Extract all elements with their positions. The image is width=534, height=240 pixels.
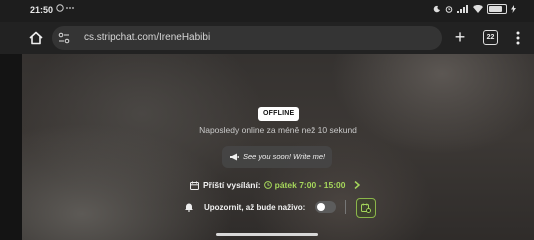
chevron-right-icon[interactable] xyxy=(354,181,360,189)
notify-when-live-row: Upozornit, až bude naživo: xyxy=(184,197,337,217)
next-broadcast-time: pátek 7:00 - 15:00 xyxy=(274,180,346,190)
address-bar[interactable]: cs.stripchat.com/IreneHabibi xyxy=(52,26,442,50)
schedule-button[interactable] xyxy=(356,198,376,218)
clock-icon xyxy=(263,181,272,189)
browser-toolbar: cs.stripchat.com/IreneHabibi + 22 xyxy=(0,22,534,54)
notification-icons xyxy=(56,4,78,14)
system-status-icons xyxy=(433,4,516,14)
model-message: See you soon! Write me! xyxy=(222,146,332,168)
offline-badge: OFFLINE xyxy=(258,107,300,121)
new-tab-button[interactable]: + xyxy=(452,28,468,48)
divider xyxy=(345,200,346,214)
gesture-navigation-bar[interactable] xyxy=(216,233,318,236)
charging-icon xyxy=(511,5,516,13)
wifi-icon xyxy=(473,5,483,13)
calendar-clock-icon xyxy=(361,203,371,213)
site-settings-icon[interactable] xyxy=(58,32,70,44)
left-edge xyxy=(0,54,22,240)
signal-icon xyxy=(457,5,468,13)
status-bar: 21:50 xyxy=(0,0,534,22)
whatsapp-icon xyxy=(56,4,74,12)
notify-toggle[interactable] xyxy=(315,201,337,213)
battery-icon xyxy=(487,4,507,14)
message-text: See you soon! Write me! xyxy=(243,152,326,161)
megaphone-icon xyxy=(230,153,239,161)
bell-icon xyxy=(185,203,193,212)
toggle-knob xyxy=(317,203,326,211)
tab-switcher-button[interactable]: 22 xyxy=(483,30,498,45)
do-not-disturb-icon xyxy=(433,5,440,13)
notify-when-live-label: Upozornit, až bude naživo: xyxy=(204,202,306,212)
last-online-text: Naposledy online za méně než 10 sekund xyxy=(199,125,357,135)
more-menu-icon[interactable] xyxy=(512,30,524,46)
stream-player[interactable]: OFFLINE Naposledy online za méně než 10 … xyxy=(22,54,534,240)
home-icon[interactable] xyxy=(28,30,44,46)
calendar-icon xyxy=(190,181,199,190)
alarm-icon xyxy=(445,6,453,13)
status-time: 21:50 xyxy=(30,5,54,15)
url-text[interactable]: cs.stripchat.com/IreneHabibi xyxy=(84,32,210,43)
next-broadcast-row[interactable]: Příští vysílání: pátek 7:00 - 15:00 xyxy=(190,178,360,192)
next-broadcast-label: Příští vysílání: xyxy=(203,180,261,190)
